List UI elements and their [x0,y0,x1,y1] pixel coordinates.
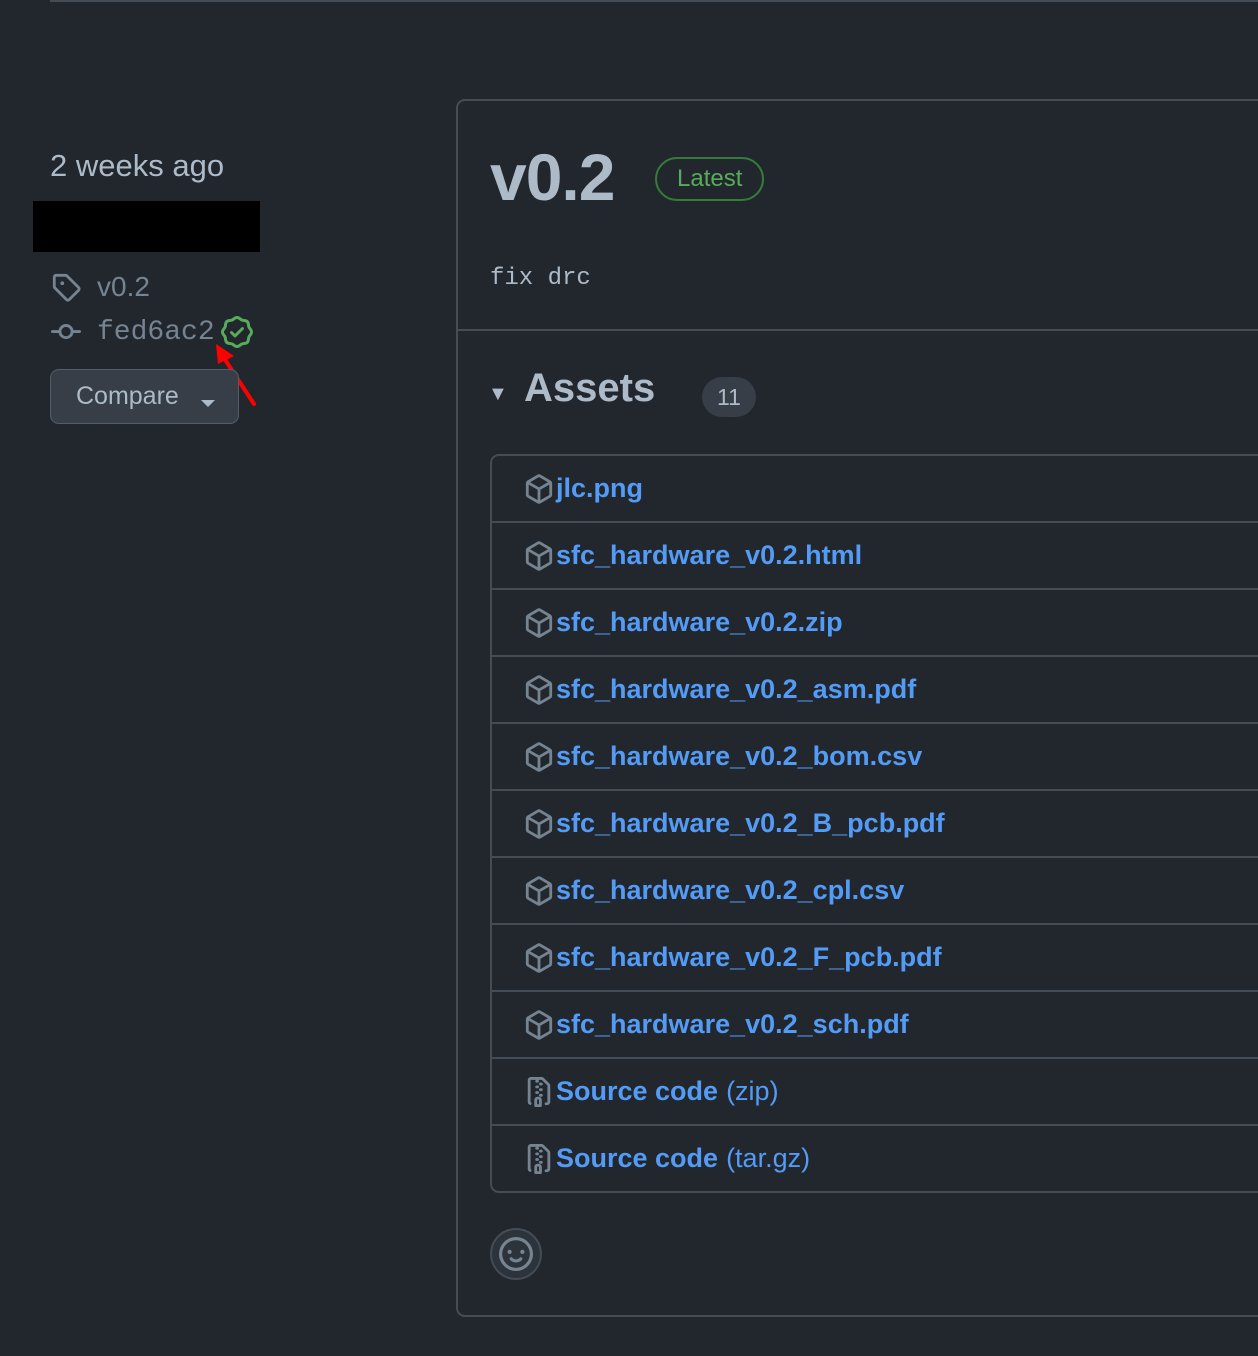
asset-row: sfc_hardware_v0.2_bom.csv [492,722,1258,789]
asset-link[interactable]: sfc_hardware_v0.2_bom.csv [556,741,922,772]
card-divider [458,329,1258,331]
file-zip-icon [524,1142,556,1176]
assets-list: jlc.png sfc_hardware_v0.2.html sfc_hardwar… [490,454,1258,1193]
disclosure-triangle-icon[interactable]: ▼ [488,383,508,406]
add-reaction-button[interactable] [490,1228,542,1280]
asset-row: Source code (tar.gz) [492,1124,1258,1191]
asset-row: jlc.png [492,456,1258,521]
package-icon [524,874,556,908]
asset-row: sfc_hardware_v0.2.zip [492,588,1258,655]
top-divider [50,0,1258,2]
asset-link[interactable]: sfc_hardware_v0.2_asm.pdf [556,674,916,705]
package-icon [524,472,556,506]
asset-link[interactable]: sfc_hardware_v0.2_B_pcb.pdf [556,808,945,839]
asset-row: Source code (zip) [492,1057,1258,1124]
compare-button[interactable]: Compare [50,369,239,424]
package-icon [524,673,556,707]
package-icon [524,941,556,975]
release-notes: fix drc [490,265,591,292]
tag-label: v0.2 [97,271,150,302]
release-title[interactable]: v0.2 [490,139,615,215]
asset-link[interactable]: sfc_hardware_v0.2_cpl.csv [556,875,904,906]
compare-label: Compare [76,382,179,410]
package-icon [524,740,556,774]
asset-link[interactable]: Source code [556,1076,718,1107]
latest-badge: Latest [655,157,765,201]
asset-row: sfc_hardware_v0.2_cpl.csv [492,856,1258,923]
package-icon [524,539,556,573]
release-card: v0.2 Latest fix drc ▼ Assets 11 jlc.png s… [456,99,1258,1317]
tag-icon [49,270,83,304]
package-icon [524,1008,556,1042]
asset-link[interactable]: sfc_hardware_v0.2.zip [556,607,843,638]
package-icon [524,606,556,640]
assets-count-badge: 11 [702,377,756,417]
asset-format-suffix: (zip) [726,1076,779,1106]
asset-row: sfc_hardware_v0.2_asm.pdf [492,655,1258,722]
tag-link[interactable]: v0.2 [49,270,150,304]
asset-row: sfc_hardware_v0.2_B_pcb.pdf [492,789,1258,856]
file-zip-icon [524,1075,556,1109]
asset-link[interactable]: sfc_hardware_v0.2_F_pcb.pdf [556,942,942,973]
asset-row: sfc_hardware_v0.2_sch.pdf [492,990,1258,1057]
commit-sha: fed6ac2 [97,316,215,348]
assets-heading[interactable]: Assets [524,366,655,411]
asset-link[interactable]: sfc_hardware_v0.2_sch.pdf [556,1009,909,1040]
release-date: 2 weeks ago [50,148,225,183]
asset-format-suffix: (tar.gz) [726,1143,811,1173]
asset-row: sfc_hardware_v0.2_F_pcb.pdf [492,923,1258,990]
redacted-author [33,201,260,252]
smiley-icon [499,1237,533,1271]
git-commit-icon [49,315,83,349]
asset-row: sfc_hardware_v0.2.html [492,521,1258,588]
asset-link[interactable]: Source code [556,1143,718,1174]
package-icon [524,807,556,841]
asset-link[interactable]: sfc_hardware_v0.2.html [556,540,862,571]
asset-link[interactable]: jlc.png [556,473,643,504]
chevron-down-icon [201,400,215,407]
